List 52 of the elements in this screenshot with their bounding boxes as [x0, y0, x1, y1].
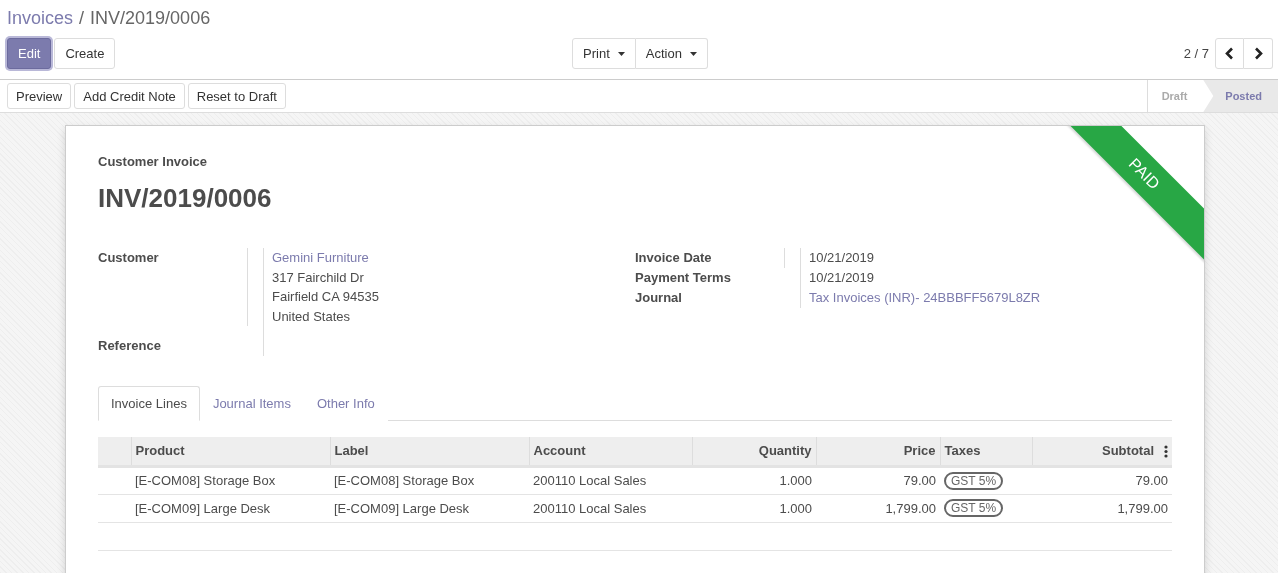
next-button[interactable]	[1244, 38, 1273, 69]
field-label: Reference	[98, 337, 162, 355]
field-link[interactable]: Tax Invoices (INR)- 24BBBFF5679L8ZR	[809, 288, 1172, 308]
chevron-left-icon	[1225, 47, 1234, 60]
table-cell: 1,799.00	[1117, 500, 1168, 516]
column-header[interactable]: Quantity	[692, 437, 816, 466]
table-cell: [E-COM09] Large Desk	[135, 500, 271, 516]
breadcrumb-separator: /	[79, 7, 85, 29]
table-cell: 200110 Local Sales	[533, 473, 647, 488]
field-label: Customer	[98, 248, 248, 326]
column-header[interactable]: Product	[131, 437, 330, 466]
edit-button[interactable]: Edit	[7, 38, 52, 69]
chevron-right-icon	[1253, 47, 1263, 60]
field-value: 317 Fairchild Dr	[272, 268, 365, 287]
column-header[interactable]: Taxes	[940, 437, 1032, 466]
kebab-icon[interactable]	[1164, 445, 1168, 458]
table-cell: 1.000	[779, 473, 812, 488]
column-header[interactable]: Account	[529, 437, 692, 466]
tax-tag: GST 5%	[944, 471, 1004, 490]
column-header[interactable]: Subtotal	[1032, 437, 1172, 466]
field-label: Invoice Date	[635, 248, 785, 268]
table-cell: [E-COM08] Storage Box	[135, 473, 276, 488]
statusbar-button[interactable]: Preview	[7, 83, 72, 109]
breadcrumb-link[interactable]: Invoices	[7, 7, 74, 29]
dropdown-button[interactable]: Action	[635, 38, 708, 69]
table-cell: 79.00	[903, 473, 936, 488]
caret-icon	[617, 51, 625, 56]
page-title: INV/2019/0006	[90, 7, 211, 29]
tax-tag: GST 5%	[944, 499, 1004, 517]
table-cell: 79.00	[1135, 473, 1168, 488]
dropdown-button[interactable]: Print	[572, 38, 636, 69]
field-value: 10/21/2019	[809, 249, 876, 267]
table-cell: 200110 Local Sales	[533, 500, 647, 516]
table-cell: [E-COM08] Storage Box	[334, 473, 475, 488]
caret-icon	[689, 51, 697, 56]
pager-counter: 2 / 7	[1183, 46, 1209, 61]
field-link[interactable]: Gemini Furniture	[272, 248, 635, 268]
statusbar-button[interactable]: Add Credit Note	[74, 83, 185, 109]
table-cell: 1,799.00	[885, 500, 936, 516]
field-value: United States	[272, 307, 352, 326]
field-label: Journal	[635, 289, 683, 307]
table-cell: 1.000	[779, 500, 812, 516]
field-value: Fairfield CA 94535	[272, 288, 380, 306]
field-label: Payment Terms	[635, 269, 732, 287]
column-header[interactable]: Label	[330, 437, 529, 466]
statusbar-button[interactable]: Reset to Draft	[187, 83, 286, 109]
create-button[interactable]: Create	[54, 38, 116, 69]
column-header[interactable]: Price	[816, 437, 940, 466]
table-cell: [E-COM09] Large Desk	[334, 500, 470, 516]
field-value: 10/21/2019	[809, 269, 876, 287]
tab[interactable]: Invoice Lines	[98, 386, 200, 421]
previous-button[interactable]	[1215, 38, 1244, 69]
